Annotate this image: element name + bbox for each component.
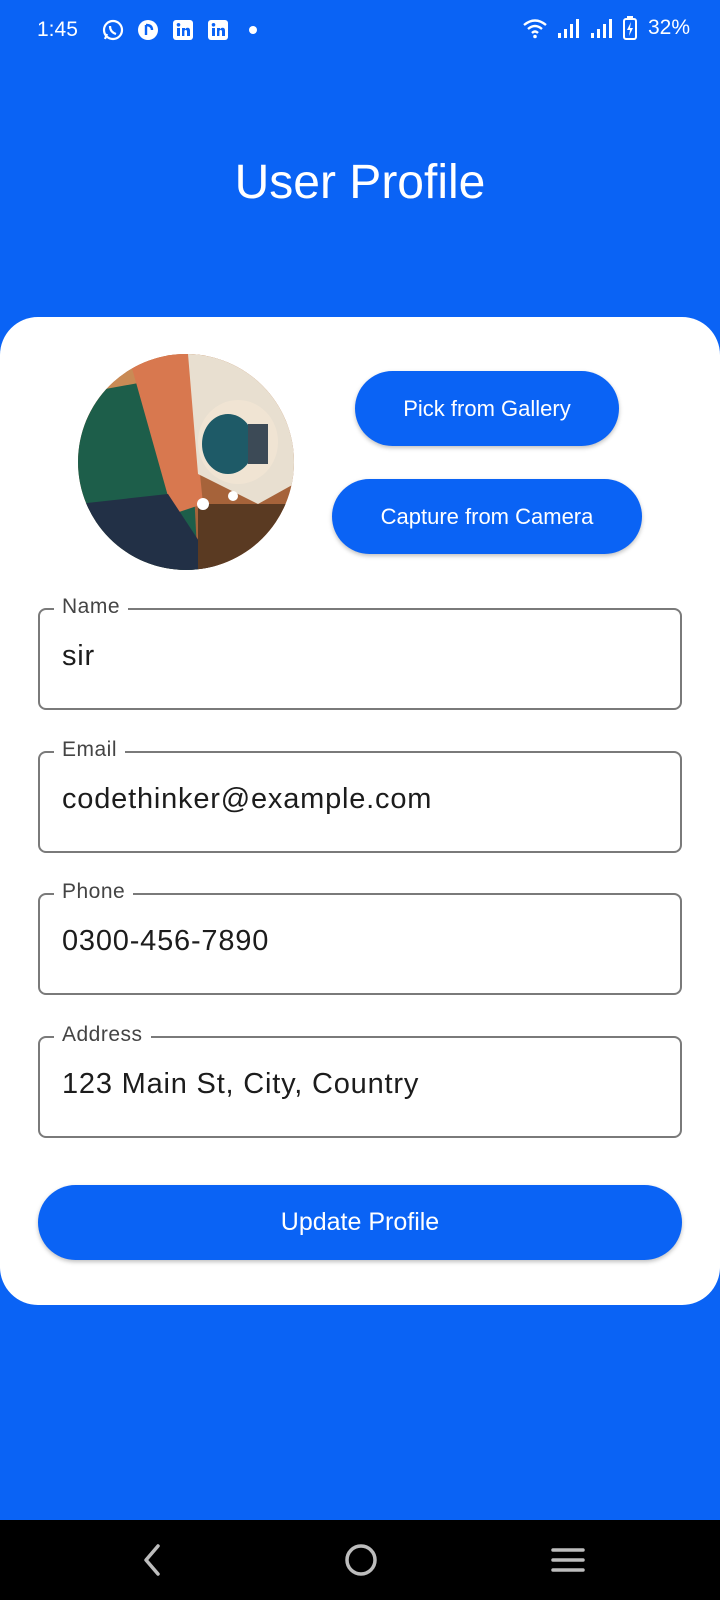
wifi-icon	[522, 17, 548, 39]
page-title: User Profile	[234, 156, 486, 209]
name-field[interactable]: Name sir	[38, 595, 682, 710]
address-label: Address	[54, 1023, 151, 1047]
name-label: Name	[54, 595, 129, 619]
email-label: Email	[54, 738, 126, 762]
phone-label: Phone	[54, 880, 134, 904]
address-field[interactable]: Address 123 Main St, City, Country	[38, 1023, 682, 1138]
name-value[interactable]: sir	[62, 640, 95, 673]
profile-card: Pick from Gallery Capture from Camera Na…	[0, 317, 720, 1305]
threads-icon	[135, 17, 160, 42]
battery-charging-icon	[622, 16, 637, 40]
profile-avatar[interactable]	[78, 354, 294, 570]
recents-icon[interactable]	[546, 1538, 590, 1582]
pick-gallery-button[interactable]: Pick from Gallery	[355, 371, 619, 446]
signal-icon	[557, 17, 581, 39]
whatsapp-icon	[100, 17, 125, 42]
email-value[interactable]: codethinker@example.com	[62, 783, 432, 816]
navigation-bar	[0, 1520, 720, 1600]
system-status: 32%	[522, 16, 690, 40]
status-bar: 1:45 32%	[0, 0, 720, 62]
update-profile-button[interactable]: Update Profile	[38, 1185, 682, 1260]
battery-percent: 32%	[647, 16, 690, 39]
phone-value[interactable]: 0300-456-7890	[62, 925, 269, 958]
profile-photo	[78, 354, 294, 570]
linkedin-icon	[205, 17, 230, 42]
linkedin-icon	[170, 17, 195, 42]
notification-icons	[100, 17, 265, 42]
phone-field[interactable]: Phone 0300-456-7890	[38, 880, 682, 995]
email-field[interactable]: Email codethinker@example.com	[38, 738, 682, 853]
dot-icon	[240, 17, 265, 42]
signal-icon	[590, 17, 614, 39]
back-icon[interactable]	[131, 1538, 175, 1582]
capture-camera-button[interactable]: Capture from Camera	[332, 479, 642, 554]
status-time: 1:45	[37, 18, 78, 41]
home-icon[interactable]	[339, 1538, 383, 1582]
address-value[interactable]: 123 Main St, City, Country	[62, 1068, 419, 1101]
